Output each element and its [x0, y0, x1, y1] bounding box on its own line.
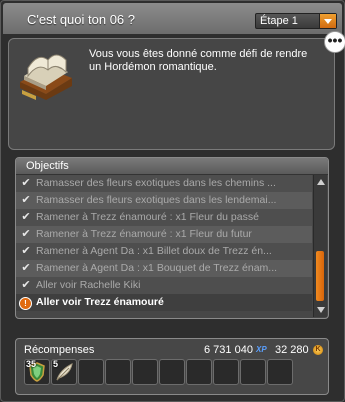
step-dropdown[interactable]: Étape 1	[255, 13, 337, 29]
reward-quantity: 5	[53, 359, 59, 369]
objectives-panel: Objectifs ✔ Ramasser des fleurs exotique…	[15, 157, 329, 319]
quest-description: Vous vous êtes donné comme défi de rendr…	[89, 48, 308, 73]
empty-reward-slot	[78, 359, 104, 385]
quest-title: C'est quoi ton 06 ?	[27, 12, 135, 27]
objectives-scrollbar[interactable]	[313, 175, 327, 317]
empty-reward-slot	[240, 359, 266, 385]
step-dropdown-value: Étape 1	[260, 15, 298, 27]
objective-text: Ramener à Trezz énamouré : x1 Fleur du f…	[36, 228, 252, 240]
scroll-down-icon[interactable]	[317, 307, 325, 313]
reward-quantity: 35	[26, 359, 37, 369]
objective-text: Ramener à Trezz énamouré : x1 Fleur du p…	[36, 211, 259, 223]
objective-text: Aller voir Trezz énamouré	[36, 296, 164, 308]
objective-text: Aller voir Rachelle Kiki	[36, 279, 141, 291]
alert-icon: !	[19, 297, 32, 310]
xp-value: 6 731 040	[204, 344, 253, 356]
quest-description-panel: Vous vous êtes donné comme défi de rendr…	[8, 38, 335, 150]
objective-text: Ramener à Agent Da : x1 Bouquet de Trezz…	[36, 262, 278, 274]
rewards-panel: Récompenses 6 731 040 XP 32 280 K 35 5	[15, 338, 329, 395]
objective-item[interactable]: ✔ Ramener à Agent Da : x1 Billet doux de…	[16, 243, 312, 260]
reward-slot[interactable]: 5	[51, 359, 77, 385]
empty-reward-slot	[132, 359, 158, 385]
objective-item[interactable]: ✔ Ramener à Agent Da : x1 Bouquet de Tre…	[16, 260, 312, 277]
quest-window: C'est quoi ton 06 ? Étape 1 Vous vous êt…	[0, 0, 345, 402]
scroll-thumb[interactable]	[316, 251, 324, 301]
check-icon: ✔	[21, 177, 31, 189]
objective-item[interactable]: ✔ Aller voir Rachelle Kiki	[16, 277, 312, 294]
scroll-up-icon[interactable]	[317, 179, 325, 185]
objective-text: Ramasser des fleurs exotiques dans les l…	[36, 194, 277, 206]
empty-reward-slot	[186, 359, 212, 385]
kama-coin-icon: K	[313, 345, 323, 355]
xp-icon: XP	[256, 345, 267, 354]
check-icon: ✔	[21, 211, 31, 223]
window-header: C'est quoi ton 06 ? Étape 1	[3, 3, 342, 34]
objective-item[interactable]: ✔ Ramener à Trezz énamouré : x1 Fleur du…	[16, 209, 312, 226]
objective-item[interactable]: ✔ Ramasser des fleurs exotiques dans les…	[16, 192, 312, 209]
more-options-button[interactable]: •••	[324, 31, 345, 53]
objective-text: Ramasser des fleurs exotiques dans les c…	[36, 177, 276, 189]
objective-item[interactable]: ✔ Ramasser des fleurs exotiques dans les…	[16, 175, 312, 192]
rewards-title: Récompenses	[24, 344, 95, 356]
empty-reward-slot	[105, 359, 131, 385]
empty-reward-slot	[213, 359, 239, 385]
check-icon: ✔	[21, 245, 31, 257]
empty-reward-slot	[267, 359, 293, 385]
objective-text: Ramener à Agent Da : x1 Billet doux de T…	[36, 245, 272, 257]
kamas-value: 32 280	[275, 344, 309, 356]
reward-slot[interactable]: 35	[24, 359, 50, 385]
chevron-down-icon[interactable]	[319, 14, 336, 28]
check-icon: ✔	[21, 279, 31, 291]
objective-item-active[interactable]: ! Aller voir Trezz énamouré	[16, 294, 312, 311]
objectives-list: ✔ Ramasser des fleurs exotiques dans les…	[16, 175, 312, 311]
book-icon	[20, 54, 72, 100]
check-icon: ✔	[21, 194, 31, 206]
check-icon: ✔	[21, 262, 31, 274]
empty-reward-slot	[159, 359, 185, 385]
objective-item[interactable]: ✔ Ramener à Trezz énamouré : x1 Fleur du…	[16, 226, 312, 243]
check-icon: ✔	[21, 228, 31, 240]
objectives-header: Objectifs	[16, 158, 328, 175]
